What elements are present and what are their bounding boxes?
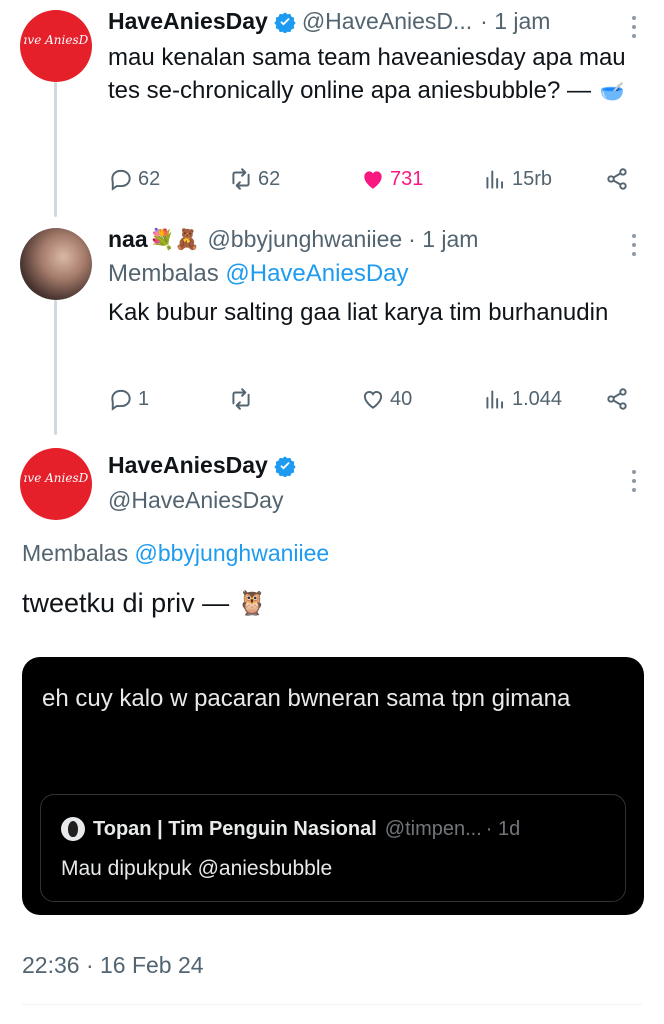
share-button[interactable] [604, 384, 630, 414]
like-count: 40 [390, 387, 413, 410]
reply-handle-link[interactable]: @HaveAniesDay [225, 260, 408, 287]
tweet-1[interactable]: HaveAniesDay @HaveAniesD... · 1 jam mau … [108, 8, 644, 109]
views-icon [486, 390, 504, 409]
tweet-1-actions: 62 62 731 15rb [108, 164, 644, 194]
avatar-haveaniesday[interactable]: Have AniesDay [20, 448, 92, 520]
name-emojis: 💐🧸 [149, 229, 200, 251]
share-button[interactable] [604, 164, 630, 194]
reply-context: Membalas @HaveAniesDay [108, 257, 644, 290]
author-handle[interactable]: @bbyjunghwaniiee [207, 226, 402, 253]
views-count: 1.044 [512, 387, 563, 410]
quoted-author-handle: @timpen... [384, 817, 482, 840]
penguin-avatar [61, 817, 85, 841]
like-button[interactable]: 40 [360, 384, 412, 414]
tweet-header: naa 💐🧸 @bbyjunghwaniiee · 1 jam [108, 226, 644, 253]
retweet-button[interactable]: 62 [228, 164, 280, 194]
tweet-time[interactable]: · 1 jam [408, 226, 478, 253]
main-tweet-text-content: tweetku di priv — [22, 588, 230, 618]
retweet-icon [232, 168, 250, 190]
main-tweet-text: tweetku di priv — 🦉 [22, 588, 267, 619]
reply-label: Membalas [108, 260, 219, 287]
retweet-icon [232, 388, 250, 410]
reply-count: 62 [138, 167, 161, 190]
more-icon[interactable] [624, 230, 644, 260]
views-icon [486, 170, 504, 189]
heart-outline-icon [363, 390, 383, 409]
more-icon[interactable] [624, 466, 644, 496]
tweet-2[interactable]: naa 💐🧸 @bbyjunghwaniiee · 1 jam Membalas… [108, 226, 644, 329]
quoted-time: · 1d [485, 817, 521, 840]
reply-context: Membalas @bbyjunghwaniiee [22, 540, 329, 567]
author-name[interactable]: HaveAniesDay [108, 8, 268, 35]
author-name[interactable]: naa [108, 226, 148, 253]
like-count: 731 [390, 167, 424, 190]
brand-logo-line1: Have AniesDay [24, 471, 88, 485]
tweet-text-content: mau kenalan sama team haveaniesday apa m… [108, 44, 626, 104]
author-name[interactable]: HaveAniesDay [108, 452, 268, 479]
quoted-tweet-header: Topan | Tim Penguin Nasional @timpen... … [61, 817, 520, 841]
quoted-author-name: Topan | Tim Penguin Nasional [93, 817, 377, 840]
thread-line [54, 300, 57, 435]
embedded-tweet-text: eh cuy kalo w pacaran bwneran sama tpn g… [42, 685, 571, 712]
reply-icon [111, 389, 131, 411]
reply-label: Membalas [22, 540, 129, 566]
verified-icon [274, 455, 296, 477]
more-icon[interactable] [624, 12, 644, 42]
brand-logo: Have AniesDay [24, 471, 88, 485]
verified-icon [274, 11, 296, 33]
quoted-tweet[interactable]: Topan | Tim Penguin Nasional @timpen... … [40, 794, 626, 902]
tweet-text: Kak bubur salting gaa liat karya tim bur… [108, 299, 609, 326]
share-icon [607, 388, 627, 410]
author-handle[interactable]: @HaveAniesD... [302, 8, 472, 35]
main-tweet-header: HaveAniesDay @HaveAniesDay [108, 452, 644, 514]
retweet-button[interactable] [228, 384, 254, 414]
avatar-bbyjunghwaniiee[interactable] [20, 228, 92, 300]
reply-button[interactable]: 1 [108, 384, 149, 414]
share-icon [607, 168, 627, 190]
owl-emoji: 🦉 [237, 590, 267, 617]
quoted-tweet-text: Mau dipukpuk @aniesbubble [61, 857, 333, 880]
views-button[interactable]: 15rb [482, 164, 552, 194]
brand-logo: Have AniesDay [24, 33, 88, 47]
tweet-header: HaveAniesDay @HaveAniesD... · 1 jam [108, 8, 644, 35]
reply-icon [111, 169, 131, 191]
reply-count: 1 [138, 387, 150, 410]
retweet-count: 62 [258, 167, 281, 190]
like-button[interactable]: 731 [360, 164, 423, 194]
views-count: 15rb [512, 167, 553, 190]
brand-logo-line1: Have AniesDay [24, 33, 88, 47]
author-handle[interactable]: @HaveAniesDay [108, 487, 644, 514]
heart-icon [364, 171, 382, 189]
divider [22, 1004, 642, 1005]
tweet-text: mau kenalan sama team haveaniesday apa m… [108, 41, 644, 109]
views-button[interactable]: 1.044 [482, 384, 562, 414]
avatar-haveaniesday[interactable]: Have AniesDay [20, 10, 92, 82]
reply-button[interactable]: 62 [108, 164, 160, 194]
tweet-timestamp[interactable]: 22:36 · 16 Feb 24 [22, 952, 204, 979]
reply-handle-link[interactable]: @bbyjunghwaniiee [135, 540, 330, 566]
thread-line [54, 82, 57, 217]
tweet-time[interactable]: · 1 jam [480, 8, 550, 35]
bowl-emoji: 🥣 [599, 81, 625, 103]
tweet-2-actions: 1 40 1.044 [108, 384, 644, 414]
embedded-tweet-image[interactable]: eh cuy kalo w pacaran bwneran sama tpn g… [22, 657, 644, 915]
